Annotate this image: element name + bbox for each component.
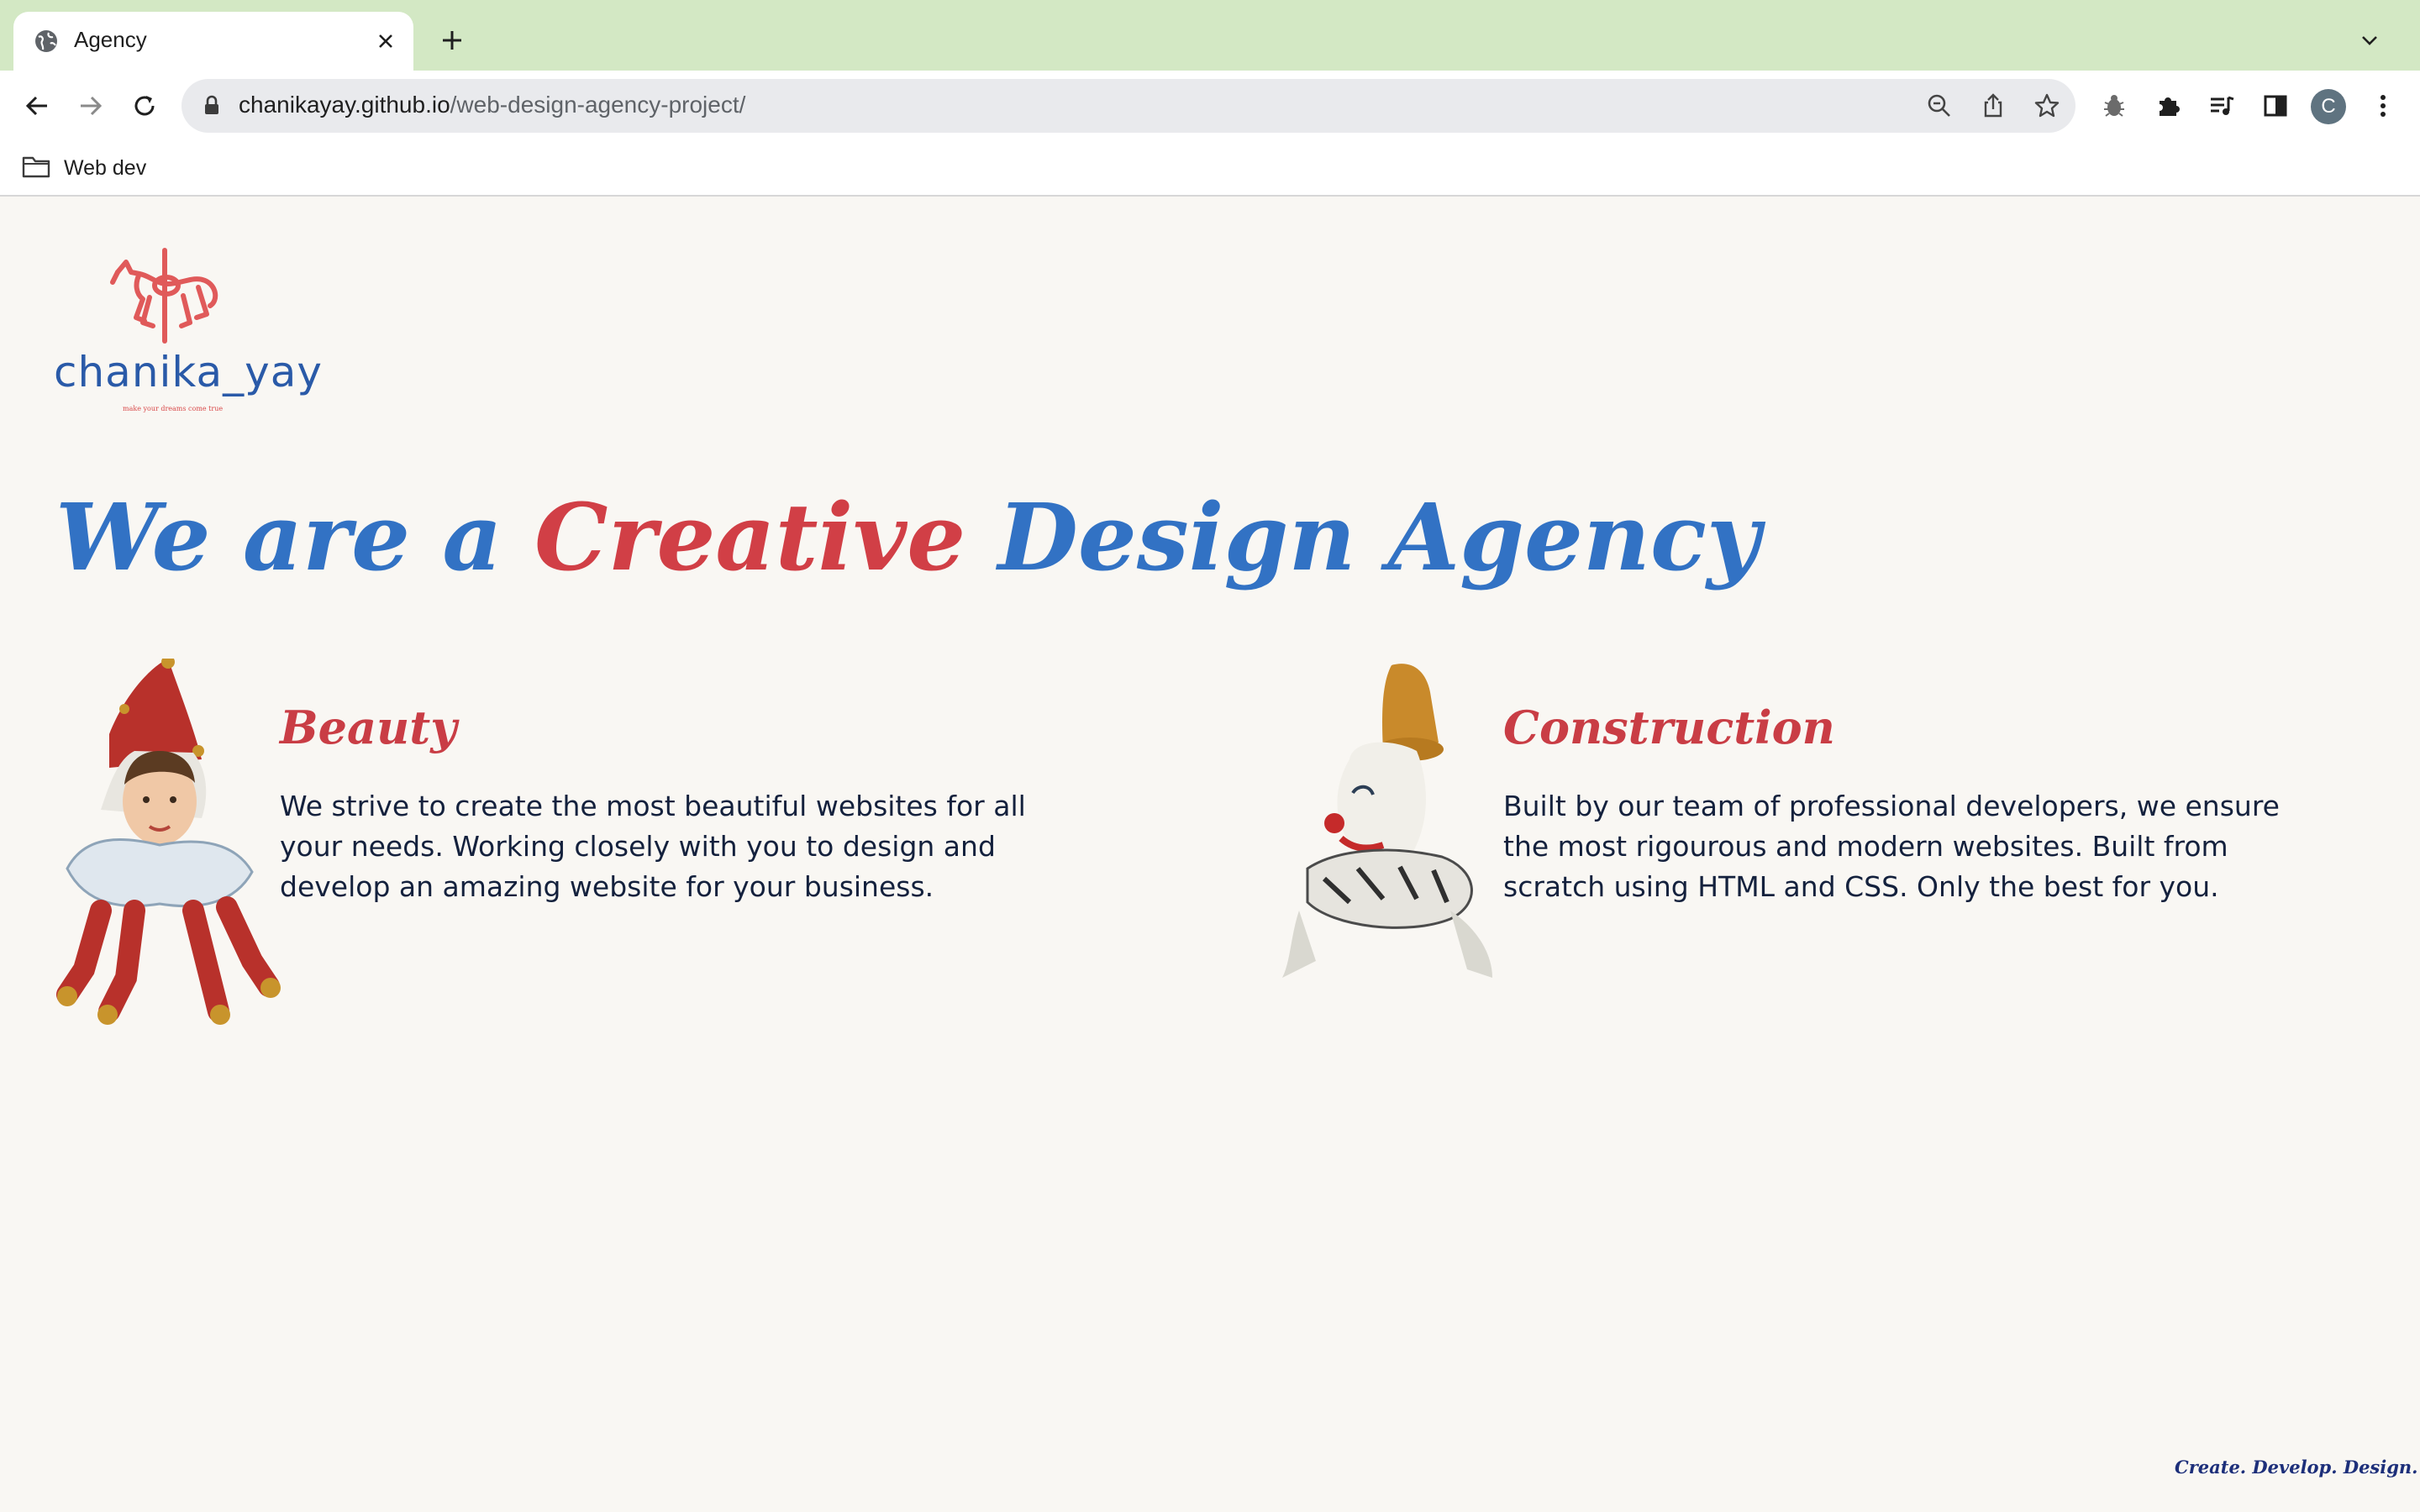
bookmark-folder-web-dev[interactable]: Web dev xyxy=(22,153,146,183)
bookmarks-bar: Web dev xyxy=(0,141,2420,197)
back-arrow-icon[interactable] xyxy=(18,87,55,124)
carousel-horse-icon xyxy=(110,248,218,344)
forward-arrow-icon[interactable] xyxy=(72,87,109,124)
tab-search-chevron-icon[interactable] xyxy=(2353,24,2386,57)
share-icon[interactable] xyxy=(1976,89,2010,123)
media-queue-icon[interactable] xyxy=(2203,87,2240,124)
feature-title: Construction xyxy=(1503,701,1835,754)
headline-accent: Creative xyxy=(534,483,966,591)
headline-part1: We are a xyxy=(55,483,534,591)
clown-illustration xyxy=(1282,664,1492,978)
globe-icon xyxy=(34,29,59,54)
logo-tagline: make your dreams come true xyxy=(123,405,224,412)
bug-extension-icon[interactable] xyxy=(2096,87,2133,124)
tab-strip: Agency xyxy=(0,0,2420,71)
new-tab-plus-icon[interactable] xyxy=(435,24,469,57)
folder-icon xyxy=(22,155,50,182)
close-tab-icon[interactable] xyxy=(370,25,402,57)
agency-logo[interactable]: chanika_yay make your dreams come true xyxy=(50,247,322,423)
address-bar[interactable]: chanikayay.github.io/web-design-agency-p… xyxy=(182,79,2075,133)
feature-body: Built by our team of professional develo… xyxy=(1503,790,2280,903)
logo-wordmark: chanika_yay xyxy=(54,348,323,396)
footer-tagline: Create. Develop. Design. xyxy=(2175,1457,2418,1478)
url-text: chanikayay.github.io/web-design-agency-p… xyxy=(239,92,745,118)
jester-illustration xyxy=(56,659,281,1025)
bookmark-label: Web dev xyxy=(64,155,147,180)
page-headline: We are a Creative Design Agency xyxy=(55,482,1760,593)
zoom-out-magnifier-icon[interactable] xyxy=(1923,89,1956,123)
feature-title: Beauty xyxy=(280,701,457,754)
url-path: /web-design-agency-project/ xyxy=(450,92,746,118)
lock-icon[interactable] xyxy=(200,94,224,118)
profile-avatar[interactable]: C xyxy=(2311,89,2346,124)
feature-body: We strive to create the most beautiful w… xyxy=(280,790,1026,903)
side-panel-icon[interactable] xyxy=(2257,87,2294,124)
headline-part2: Design Agency xyxy=(965,483,1760,591)
more-menu-kebab-icon[interactable] xyxy=(2365,87,2402,124)
reload-icon[interactable] xyxy=(126,87,163,124)
tab-title: Agency xyxy=(74,27,147,52)
browser-tab-agency[interactable]: Agency xyxy=(13,12,413,71)
bookmark-star-icon[interactable] xyxy=(2030,89,2064,123)
extensions-puzzle-icon[interactable] xyxy=(2149,87,2186,124)
page-body: chanika_yay make your dreams come true W… xyxy=(0,197,2420,1512)
browser-toolbar: chanikayay.github.io/web-design-agency-p… xyxy=(0,71,2420,141)
url-host: chanikayay.github.io xyxy=(239,92,450,118)
